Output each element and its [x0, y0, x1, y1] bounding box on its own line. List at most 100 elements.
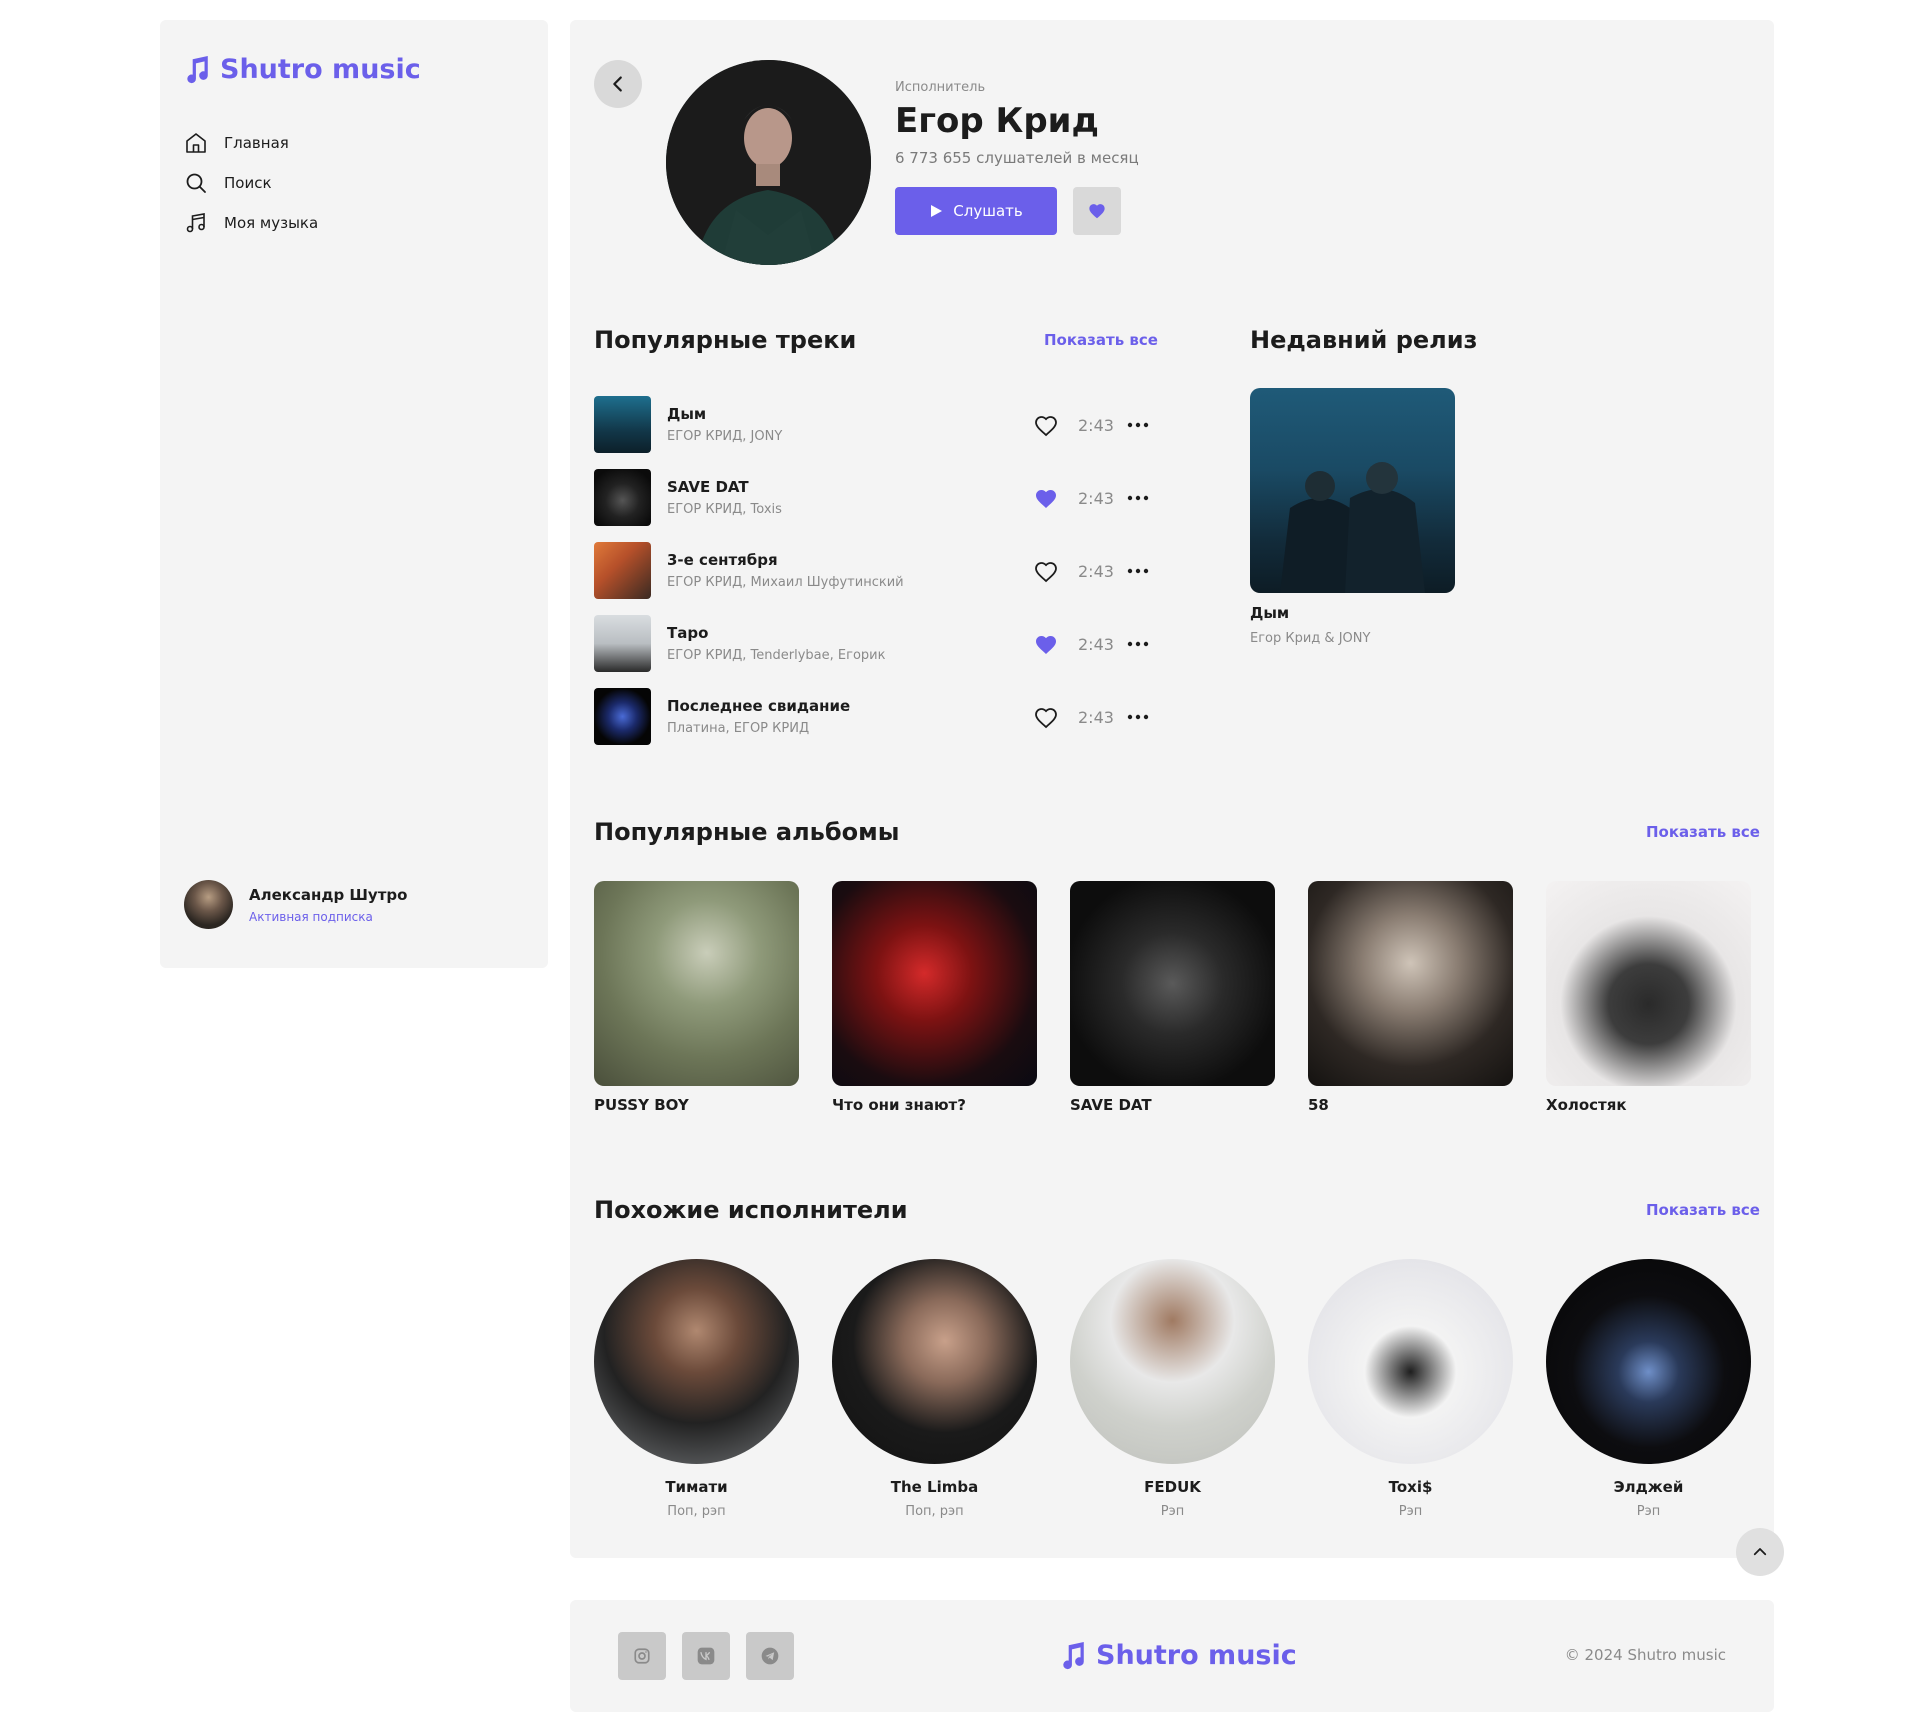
recent-release-name[interactable]: Дым	[1250, 604, 1289, 622]
album-cover	[1546, 881, 1751, 1086]
vk-icon	[697, 1647, 715, 1665]
sidebar: Shutro music Главная Поиск Моя музыка Ал…	[160, 20, 548, 968]
listen-button[interactable]: Слушать	[895, 187, 1057, 235]
user-profile[interactable]: Александр Шутро Активная подписка	[184, 880, 407, 929]
track-row[interactable]: Дым ЕГОР КРИД, JONY 2:43	[594, 388, 1154, 461]
album-cover	[1308, 881, 1513, 1086]
more-options-icon[interactable]	[1126, 634, 1150, 654]
search-icon	[186, 173, 206, 193]
track-artists: ЕГОР КРИД, JONY	[667, 429, 783, 444]
avatar	[184, 880, 233, 929]
artist-card-name: The Limba	[890, 1478, 979, 1496]
artist-card-photo	[1546, 1259, 1751, 1464]
footer-logo-text: Shutro music	[1096, 1640, 1297, 1671]
vk-link[interactable]	[682, 1632, 730, 1680]
track-title: Таро	[667, 624, 709, 642]
album-card[interactable]: Что они знают?	[832, 881, 1037, 1114]
track-duration: 2:43	[1078, 635, 1114, 654]
artist-card-genre: Рэп	[1398, 1504, 1423, 1519]
track-artists: Платина, ЕГОР КРИД	[667, 721, 810, 736]
heart-filled-icon[interactable]	[1034, 634, 1058, 656]
popular-tracks-show-all[interactable]: Показать все	[1044, 331, 1158, 349]
heart-filled-icon[interactable]	[1034, 488, 1058, 510]
album-title: SAVE DAT	[1070, 1096, 1152, 1114]
artist-type-label: Исполнитель	[895, 80, 986, 95]
album-card[interactable]: 58	[1308, 881, 1513, 1114]
popular-albums-list: PUSSY BOY Что они знают? SAVE DAT 58 Хол…	[594, 881, 1751, 1114]
album-cover	[594, 881, 799, 1086]
heart-outline-icon[interactable]	[1034, 415, 1058, 437]
popular-tracks-list: Дым ЕГОР КРИД, JONY 2:43 SAVE DAT ЕГОР К…	[594, 388, 1154, 753]
heart-outline-icon[interactable]	[1034, 707, 1058, 729]
app-logo[interactable]: Shutro music	[184, 54, 421, 85]
social-links	[618, 1632, 794, 1680]
popular-albums-show-all[interactable]: Показать все	[1646, 823, 1760, 841]
more-options-icon[interactable]	[1126, 415, 1150, 435]
album-title: Холостяк	[1546, 1096, 1627, 1114]
heart-filled-icon	[1089, 204, 1105, 219]
nav-item-label: Поиск	[224, 174, 272, 192]
heart-outline-icon[interactable]	[1034, 561, 1058, 583]
track-row[interactable]: SAVE DAT ЕГОР КРИД, Toxis 2:43	[594, 461, 1154, 534]
artist-card-name: FEDUK	[1144, 1478, 1201, 1496]
track-cover	[594, 615, 651, 672]
instagram-link[interactable]	[618, 1632, 666, 1680]
recent-release-cover[interactable]	[1250, 388, 1455, 593]
artist-card[interactable]: FEDUK Рэп	[1070, 1259, 1275, 1519]
telegram-icon	[761, 1647, 779, 1665]
nav-item-home[interactable]: Главная	[184, 123, 318, 163]
copyright: © 2024 Shutro music	[1564, 1646, 1726, 1664]
track-title: SAVE DAT	[667, 478, 749, 496]
recent-release-artists: Егор Крид & JONY	[1250, 631, 1371, 646]
back-button[interactable]	[594, 60, 642, 108]
track-cover	[594, 542, 651, 599]
artist-card-genre: Поп, рэп	[667, 1504, 726, 1519]
recent-release-title: Недавний релиз	[1250, 326, 1478, 354]
nav-item-search[interactable]: Поиск	[184, 163, 318, 203]
nav-item-my-music[interactable]: Моя музыка	[184, 203, 318, 243]
footer-logo[interactable]: Shutro music	[1060, 1640, 1297, 1671]
similar-artists-list: Тимати Поп, рэп The Limba Поп, рэп FEDUK…	[594, 1259, 1751, 1519]
artist-card[interactable]: Тимати Поп, рэп	[594, 1259, 799, 1519]
app-logo-text: Shutro music	[220, 54, 421, 85]
similar-artists-show-all[interactable]: Показать все	[1646, 1201, 1760, 1219]
popular-albums-title: Популярные альбомы	[594, 818, 900, 846]
chevron-up-icon	[1753, 1548, 1767, 1556]
track-title: 3-е сентября	[667, 551, 778, 569]
instagram-icon	[634, 1648, 650, 1664]
track-artists: ЕГОР КРИД, Toxis	[667, 502, 782, 517]
track-row[interactable]: Таро ЕГОР КРИД, Tenderlybae, Егорик 2:43	[594, 607, 1154, 680]
music-note-logo-icon	[187, 55, 208, 83]
scroll-to-top-button[interactable]	[1736, 1528, 1784, 1576]
artist-card-name: Toxi$	[1388, 1478, 1433, 1496]
album-card[interactable]: SAVE DAT	[1070, 881, 1275, 1114]
artist-page: Исполнитель Егор Крид 6 773 655 слушател…	[570, 20, 1774, 1558]
artist-photo-illustration	[666, 60, 871, 265]
track-row[interactable]: Последнее свидание Платина, ЕГОР КРИД 2:…	[594, 680, 1154, 753]
track-row[interactable]: 3-е сентября ЕГОР КРИД, Михаил Шуфутинск…	[594, 534, 1154, 607]
artist-card-photo	[832, 1259, 1037, 1464]
home-icon	[186, 133, 206, 153]
artist-card[interactable]: Элджей Рэп	[1546, 1259, 1751, 1519]
artist-photo	[666, 60, 871, 265]
album-title: Что они знают?	[832, 1096, 966, 1114]
more-options-icon[interactable]	[1126, 707, 1150, 727]
user-name: Александр Шутро	[249, 885, 408, 904]
artist-card[interactable]: Toxi$ Рэп	[1308, 1259, 1513, 1519]
artist-card[interactable]: The Limba Поп, рэп	[832, 1259, 1037, 1519]
more-options-icon[interactable]	[1126, 561, 1150, 581]
more-options-icon[interactable]	[1126, 488, 1150, 508]
track-title: Последнее свидание	[667, 697, 851, 715]
track-duration: 2:43	[1078, 489, 1114, 508]
artist-card-photo	[1308, 1259, 1513, 1464]
album-card[interactable]: PUSSY BOY	[594, 881, 799, 1114]
track-duration: 2:43	[1078, 562, 1114, 581]
album-card[interactable]: Холостяк	[1546, 881, 1751, 1114]
artist-card-photo	[594, 1259, 799, 1464]
artist-card-genre: Рэп	[1636, 1504, 1661, 1519]
favorite-artist-button[interactable]	[1073, 187, 1121, 235]
track-artists: ЕГОР КРИД, Михаил Шуфутинский	[667, 575, 904, 590]
telegram-link[interactable]	[746, 1632, 794, 1680]
album-title: 58	[1308, 1096, 1329, 1114]
album-cover	[832, 881, 1037, 1086]
